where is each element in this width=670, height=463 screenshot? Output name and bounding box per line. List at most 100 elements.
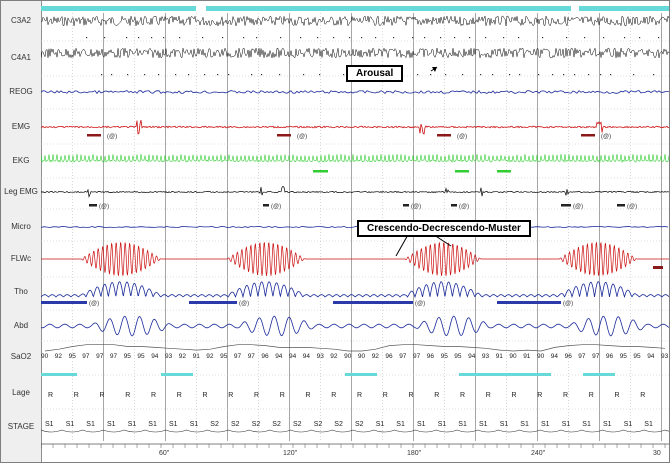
stage-value: S2 [210, 421, 219, 428]
spindle-marker-dot [86, 37, 88, 39]
spindle-marker-dot [151, 37, 153, 39]
sao2-value: 94 [551, 353, 559, 360]
lage-value: R [486, 392, 491, 399]
emg-event-marker: (@) [457, 134, 467, 140]
spindle-marker-dot [485, 37, 487, 39]
sao2-value: 90 [509, 353, 517, 360]
spindle-marker-dot [603, 37, 605, 39]
lage-value: R [589, 392, 594, 399]
channel-label: C4A1 [10, 53, 31, 62]
leg-event-bar [263, 204, 269, 207]
sao2-value: 93 [165, 353, 173, 360]
sao2-value: 96 [427, 353, 435, 360]
lage-value: R [434, 392, 439, 399]
spindle-marker-dot [658, 37, 660, 39]
sao2-value: 94 [289, 353, 297, 360]
spindle-marker-dot [566, 37, 568, 39]
stage-value: S1 [45, 421, 54, 428]
spindle-marker-dot [175, 74, 177, 76]
spindle-marker-dot [228, 74, 230, 76]
spindle-marker-dot [127, 74, 129, 76]
tho-event-bar [189, 301, 237, 304]
stage-value: S1 [520, 421, 529, 428]
tho-event-marker: (@) [563, 301, 573, 307]
spindle-marker-dot [101, 74, 103, 76]
lage-position-bar [459, 373, 551, 376]
lage-value: R [357, 392, 362, 399]
spindle-marker-dot [653, 74, 655, 76]
channel-label: Abd [13, 321, 29, 330]
spindle-marker-dot [574, 74, 576, 76]
sao2-value: 95 [633, 353, 641, 360]
sao2-value: 94 [647, 353, 655, 360]
channel-label: SaO2 [10, 352, 32, 361]
lage-value: R [640, 392, 645, 399]
sao2-value: 95 [69, 353, 77, 360]
spindle-marker-dot [454, 37, 456, 39]
lage-value: R [563, 392, 568, 399]
spindle-marker-dot [303, 74, 305, 76]
sao2-value: 94 [151, 353, 159, 360]
ekg-trace [41, 153, 669, 163]
spindle-marker-dot [492, 74, 494, 76]
sao2-value: 90 [358, 353, 366, 360]
time-axis-label: 180" [407, 450, 422, 457]
stage-value: S2 [293, 421, 302, 428]
spindle-marker-dot [163, 37, 165, 39]
channel-label-column: C3A2 C4A1 REOG EMG EKG Leg EMG Micro FLWc Tho Abd… [1, 1, 42, 462]
spindle-marker-dot [104, 37, 106, 39]
spindle-marker-dot [563, 74, 565, 76]
spindle-marker-dot [503, 37, 505, 39]
ekg-event-bar [313, 170, 328, 173]
spindle-marker-dot [256, 37, 258, 39]
sao2-value: 90 [537, 353, 545, 360]
spindle-marker-dot [542, 37, 544, 39]
stage-value: S1 [376, 421, 385, 428]
time-axis-label: 30 [653, 450, 661, 457]
sao2-value: 97 [234, 353, 242, 360]
stage-value: S1 [396, 421, 405, 428]
lage-value: R [306, 392, 311, 399]
leg-event-marker: (@) [459, 204, 469, 210]
sao2-value: 97 [399, 353, 407, 360]
stage-value: S1 [128, 421, 137, 428]
spindle-marker-dot [138, 37, 140, 39]
stage-value: S1 [417, 421, 426, 428]
lage-value: R [383, 392, 388, 399]
sao2-value: 91 [496, 353, 504, 360]
spindle-marker-dot [343, 74, 345, 76]
channel-label: FLWc [10, 254, 32, 263]
emg-event-bar [277, 134, 291, 137]
sao2-value: 92 [372, 353, 380, 360]
sao2-value: 97 [578, 353, 586, 360]
lage-value: R [151, 392, 156, 399]
channel-label: EKG [12, 156, 30, 165]
arousal-callout: Arousal [346, 65, 404, 82]
tho-event-marker: (@) [239, 301, 249, 307]
channel-label: Tho [14, 287, 28, 296]
sao2-value: 92 [330, 353, 338, 360]
spindle-marker-dot [144, 74, 146, 76]
spindle-marker-dot [243, 37, 245, 39]
lage-value: R [74, 392, 79, 399]
time-axis-label: 60" [159, 450, 170, 457]
lage-value: R [125, 392, 130, 399]
leg-event-marker: (@) [627, 204, 637, 210]
stage-curve [41, 429, 669, 433]
spindle-marker-dot [280, 37, 282, 39]
lage-position-bar [161, 373, 193, 376]
spindle-marker-dot [424, 37, 426, 39]
spindle-marker-dot [361, 37, 363, 39]
leg-event-bar [403, 204, 409, 207]
sao2-value: 96 [565, 353, 573, 360]
top-indicator-gap [196, 6, 206, 11]
spindle-marker-dot [519, 74, 521, 76]
leg-event-bar [89, 204, 97, 207]
sao2-value: 95 [620, 353, 628, 360]
c4a1-trace [41, 47, 669, 59]
channel-label: Leg EMG [4, 187, 38, 196]
stage-value: S1 [148, 421, 157, 428]
leg-event-bar [617, 204, 625, 207]
channel-label: EMG [11, 122, 31, 131]
stage-value: S1 [66, 421, 75, 428]
